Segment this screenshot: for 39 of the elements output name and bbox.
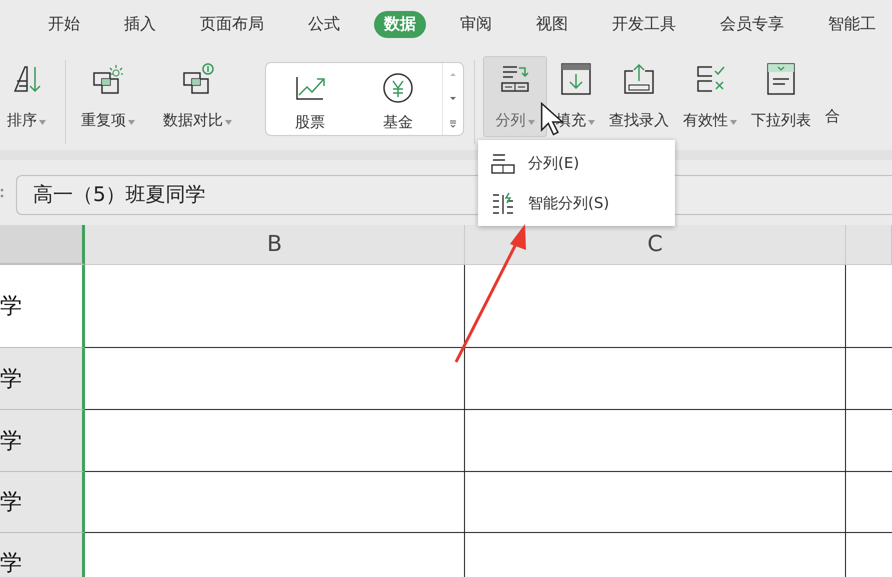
ribbon-button[interactable]: 有效性 [678, 56, 742, 137]
table-cell[interactable]: 学 [0, 472, 85, 533]
table-cell[interactable] [85, 472, 465, 533]
gallery-item[interactable]: 基金 [354, 63, 442, 135]
table-cell[interactable] [465, 410, 846, 472]
table-cell[interactable]: 学 [0, 410, 85, 472]
column-header[interactable]: B [85, 225, 465, 265]
ribbon-tab[interactable]: 插入 [114, 10, 166, 38]
table-cell[interactable] [85, 410, 465, 472]
gallery-item[interactable]: 股票 [266, 63, 354, 135]
ribbon-tab[interactable]: 智能工 [818, 10, 886, 38]
ribbon-tab[interactable]: 会员专享 [710, 10, 794, 38]
table-cell[interactable]: 学 [0, 348, 85, 410]
table-cell[interactable]: 学 [0, 533, 85, 577]
columns-lightning-icon [490, 191, 516, 215]
table-cell[interactable] [465, 265, 846, 348]
colon-icon [0, 186, 6, 198]
ribbon-tab[interactable]: 页面布局 [190, 10, 274, 38]
table-cell[interactable] [85, 348, 465, 410]
ribbon-tab[interactable]: 开发工具 [602, 10, 686, 38]
column-header[interactable]: C [465, 225, 846, 265]
table-cell[interactable] [85, 265, 465, 348]
table-cell[interactable] [465, 472, 846, 533]
column-header[interactable] [0, 225, 85, 265]
ribbon-button[interactable]: 下拉列表 [746, 56, 816, 137]
ribbon-tab[interactable]: 开始 [38, 10, 90, 38]
ribbon-button[interactable]: 重复项 [74, 56, 142, 148]
column-header[interactable] [846, 225, 892, 265]
ribbon-button[interactable]: 合 [820, 56, 845, 133]
ribbon-button[interactable]: 查找录入 [604, 56, 674, 137]
ribbon-button[interactable]: 排序 [0, 56, 53, 148]
table-cell[interactable] [465, 348, 846, 410]
yen-circle-icon [381, 71, 415, 105]
ribbon-button[interactable]: 数据对比 [156, 56, 239, 148]
ribbon-tab[interactable]: 视图 [526, 10, 578, 38]
ribbon-button[interactable]: 分列 [483, 56, 547, 137]
ribbon-tab[interactable]: 公式 [298, 10, 350, 38]
table-cell[interactable]: 学 [0, 265, 85, 348]
ribbon-tab[interactable]: 审阅 [450, 10, 502, 38]
